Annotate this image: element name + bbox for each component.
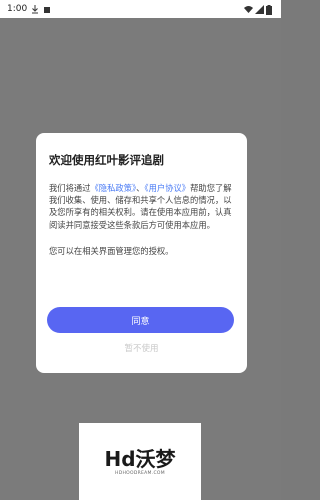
status-right	[244, 4, 274, 15]
wifi-icon	[244, 5, 253, 14]
square-icon	[43, 5, 51, 14]
privacy-policy-link[interactable]: 《隐私政策》	[91, 183, 137, 193]
watermark-subtitle: HDHOODREAM.COM	[115, 470, 165, 476]
status-left: 1:00	[7, 4, 51, 14]
dialog-title: 欢迎使用红叶影评追剧	[49, 153, 164, 167]
battery-icon	[266, 4, 274, 15]
watermark-logo: Hd沃梦	[104, 446, 176, 471]
status-bar: 1:00	[0, 0, 281, 18]
download-icon	[31, 4, 39, 14]
watermark: Hd沃梦 HDHOODREAM.COM	[79, 423, 201, 500]
decline-button[interactable]: 暂不使用	[36, 340, 247, 356]
privacy-dialog: 欢迎使用红叶影评追剧 我们将通过《隐私政策》、《用户协议》帮助您了解我们收集、使…	[36, 133, 247, 373]
agree-button[interactable]: 同意	[47, 307, 234, 333]
dialog-body: 我们将通过《隐私政策》、《用户协议》帮助您了解我们收集、使用、储存和共享个人信息…	[49, 182, 234, 231]
dialog-note: 您可以在相关界面管理您的授权。	[49, 245, 174, 256]
status-time: 1:00	[7, 4, 28, 14]
body-prefix: 我们将通过	[49, 183, 91, 193]
user-agreement-link[interactable]: 《用户协议》	[144, 183, 190, 193]
signal-icon	[255, 4, 264, 14]
